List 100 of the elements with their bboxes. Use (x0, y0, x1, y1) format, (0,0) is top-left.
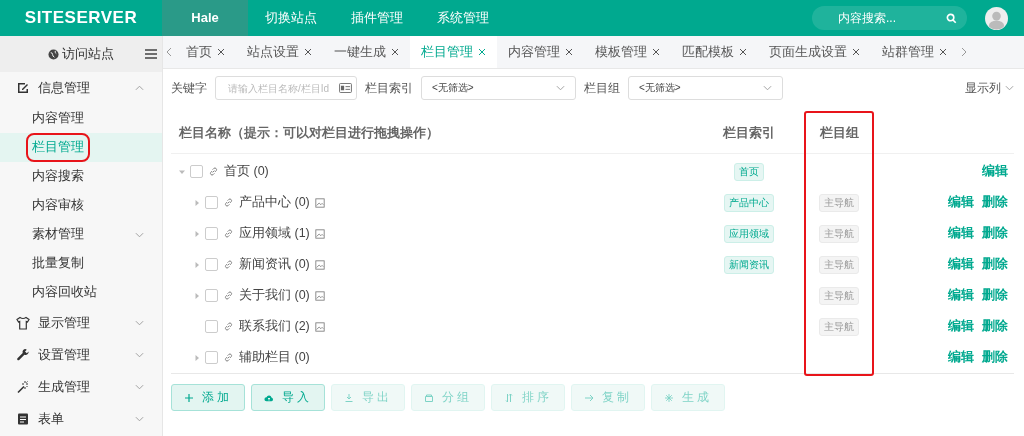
edit-icon (16, 81, 30, 95)
magic-wand-icon (16, 380, 30, 394)
link-icon (223, 197, 234, 208)
group-tag: 主导航 (819, 193, 859, 212)
group-tag: 主导航 (819, 224, 859, 243)
page-tab[interactable]: 站点设置 (236, 36, 323, 68)
close-icon[interactable] (852, 48, 860, 56)
group-tag: 主导航 (819, 317, 859, 336)
close-icon[interactable] (217, 48, 225, 56)
caret-right-icon[interactable] (194, 292, 200, 299)
close-icon[interactable] (478, 48, 486, 56)
close-icon[interactable] (939, 48, 947, 56)
column-header: 栏目索引 (723, 125, 775, 140)
chevron-down-icon (135, 384, 144, 390)
sidebar-group[interactable]: 显示管理 (0, 307, 162, 339)
sort-icon (504, 392, 514, 403)
arrow-right-icon (584, 392, 594, 403)
menu-icon[interactable] (145, 49, 157, 59)
caret-right-icon[interactable] (194, 261, 200, 268)
chevron-down-icon (556, 85, 565, 91)
channel-name[interactable]: 联系我们 (2) (239, 318, 310, 335)
column-header: 栏目名称（提示：可以对栏目进行拖拽操作） (179, 125, 439, 140)
filter-label: 栏目索引 (365, 79, 413, 97)
close-icon[interactable] (304, 48, 312, 56)
wrench-icon (16, 348, 30, 362)
index-tag: 应用领域 (724, 224, 774, 243)
shirt-icon (16, 316, 30, 330)
link-icon (223, 259, 234, 270)
caret-right-icon[interactable] (194, 199, 200, 206)
channel-name[interactable]: 产品中心 (0) (239, 194, 310, 211)
filter-dropdown[interactable]: <无筛选> (421, 76, 576, 100)
close-icon[interactable] (391, 48, 399, 56)
caret-right-icon[interactable] (194, 230, 200, 237)
sidebar-group[interactable]: 生成管理 (0, 371, 162, 403)
group-tag: 主导航 (819, 255, 859, 274)
link-icon (223, 321, 234, 332)
chevron-down-icon (1005, 85, 1014, 91)
chevron-up-icon (135, 85, 144, 91)
page-tab[interactable]: 首页 (175, 36, 236, 68)
filter-dropdown[interactable]: <无筛选> (628, 76, 783, 100)
sidebar-group[interactable]: 表单 (0, 403, 162, 435)
close-icon[interactable] (565, 48, 573, 56)
column-toggle[interactable]: 显示列 (965, 79, 1014, 97)
sidebar-item[interactable]: 内容管理 (0, 104, 162, 133)
sidebar-item[interactable]: 素材管理 (0, 220, 162, 249)
download-icon (344, 392, 354, 403)
sidebar-item[interactable]: 内容回收站 (0, 278, 162, 307)
link-icon (223, 352, 234, 363)
sidebar-item[interactable]: 批量复制 (0, 249, 162, 278)
checkbox[interactable] (205, 196, 218, 209)
channel-name[interactable]: 新闻资讯 (0) (239, 256, 310, 273)
chevron-down-icon (763, 85, 772, 91)
index-tag: 首页 (734, 162, 764, 181)
channel-name[interactable]: 应用领域 (1) (239, 225, 310, 242)
sidebar-group[interactable]: 设置管理 (0, 339, 162, 371)
close-icon[interactable] (652, 48, 660, 56)
checkbox[interactable] (205, 320, 218, 333)
chevron-down-icon (135, 416, 144, 422)
sidebar-item[interactable]: 内容审核 (0, 191, 162, 220)
card-icon (339, 83, 352, 93)
checkbox[interactable] (190, 165, 203, 178)
page-tab[interactable]: 匹配模板 (671, 36, 758, 68)
sidebar-item[interactable]: 内容搜索 (0, 162, 162, 191)
plus-icon (184, 392, 194, 403)
group-tag: 主导航 (819, 286, 859, 305)
index-tag: 新闻资讯 (724, 255, 774, 274)
folder-icon (424, 392, 434, 403)
search-field[interactable]: 内容搜索... (812, 6, 967, 30)
page-tab[interactable]: 站群管理 (871, 36, 958, 68)
chevron-down-icon (135, 320, 144, 326)
page-tab[interactable]: 内容管理 (497, 36, 584, 68)
close-icon[interactable] (739, 48, 747, 56)
channel-name[interactable]: 首页 (0) (224, 163, 269, 180)
link-icon (208, 166, 219, 177)
checkbox[interactable] (205, 289, 218, 302)
index-tag: 产品中心 (724, 193, 774, 212)
avatar-icon[interactable] (985, 6, 1008, 30)
chevron-down-icon (135, 231, 144, 238)
page-tab[interactable]: 页面生成设置 (758, 36, 871, 68)
sidebar-group[interactable]: 信息管理 (0, 72, 162, 104)
caret-down-icon[interactable] (179, 168, 185, 175)
search-icon[interactable] (946, 12, 957, 24)
keyword-field[interactable]: 请输入栏目名称/栏目Id (215, 76, 357, 100)
link-icon (223, 290, 234, 301)
channel-name[interactable]: 辅助栏目 (0) (239, 349, 310, 366)
page-tab[interactable]: 模板管理 (584, 36, 671, 68)
form-icon (16, 412, 30, 426)
globe-icon (48, 48, 59, 60)
channel-name[interactable]: 关于我们 (0) (239, 287, 310, 304)
chevron-down-icon (135, 352, 144, 358)
search-input[interactable]: 内容搜索... (836, 10, 946, 26)
sparkle-icon (664, 392, 674, 403)
caret-right-icon[interactable] (194, 354, 200, 361)
filter-label: 关键字 (171, 79, 207, 97)
checkbox[interactable] (205, 227, 218, 240)
checkbox[interactable] (205, 351, 218, 364)
page-tab[interactable]: 一键生成 (323, 36, 410, 68)
link-icon (223, 228, 234, 239)
checkbox[interactable] (205, 258, 218, 271)
filter-label: 栏目组 (584, 79, 620, 97)
